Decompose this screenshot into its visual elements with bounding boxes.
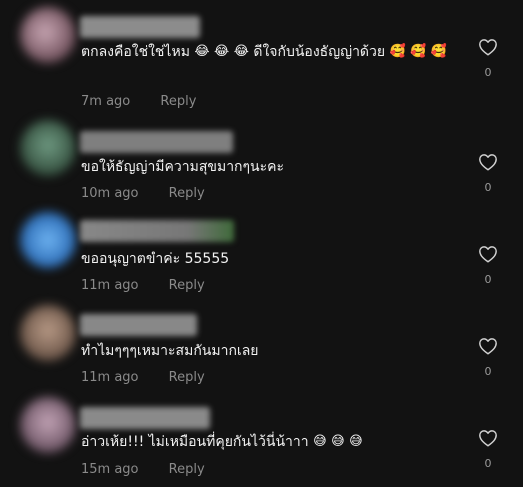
like-count: 0 [484, 457, 492, 470]
comment-meta: 11m ago Reply [81, 370, 205, 385]
heart-outline-icon[interactable] [478, 337, 498, 355]
reply-button[interactable]: Reply [160, 94, 196, 109]
heart-eyes-emoji: 🥰 [410, 44, 427, 59]
like-count: 0 [484, 66, 492, 79]
comment-text-part: ตกลงคือใช่ใช่ไหม [81, 44, 190, 60]
comment-meta: 15m ago Reply [81, 462, 205, 477]
heart-outline-icon[interactable] [478, 429, 498, 447]
comment-text-part: ขอให้ธัญญ่ามีความสุขมากๆนะคะ [81, 159, 285, 175]
like-control: 0 [474, 38, 502, 79]
avatar[interactable] [20, 120, 76, 176]
laughing-emoji: 😂 [214, 44, 230, 59]
comment-text-part: ทำไมๆๆๆเหมาะสมกันมากเลย [81, 343, 259, 359]
comment-text: อ่าวเห้ย!!! ไม่เหมือนที่คุยกันไว้นี่น้าา… [81, 430, 461, 454]
username-redacted[interactable] [80, 314, 197, 336]
like-count: 0 [484, 365, 492, 378]
username-redacted[interactable] [80, 220, 234, 242]
avatar[interactable] [20, 305, 76, 361]
comment-text-part: ดีใจกับน้องธัญญ่าด้วย [253, 44, 386, 60]
heart-outline-icon[interactable] [478, 245, 498, 263]
timestamp: 10m ago [81, 186, 139, 201]
timestamp: 11m ago [81, 278, 139, 293]
reply-button[interactable]: Reply [169, 186, 205, 201]
comment-meta: 11m ago Reply [81, 278, 205, 293]
like-count: 0 [484, 273, 492, 286]
heart-outline-icon[interactable] [478, 153, 498, 171]
laughing-emoji: 😂 [233, 44, 249, 59]
timestamp: 7m ago [81, 94, 131, 109]
comment-text-part: ขออนุญาตขำค่ะ 55555 [81, 251, 230, 267]
comment-text-part: อ่าวเห้ย!!! ไม่เหมือนที่คุยกันไว้นี่น้าา… [81, 434, 309, 450]
like-control: 0 [474, 429, 502, 470]
like-control: 0 [474, 337, 502, 378]
heart-eyes-emoji: 🥰 [389, 44, 406, 59]
comment-text: ทำไมๆๆๆเหมาะสมกันมากเลย [81, 339, 461, 363]
heart-outline-icon[interactable] [478, 38, 498, 56]
avatar[interactable] [20, 212, 76, 268]
avatar[interactable] [20, 397, 76, 453]
like-count: 0 [484, 181, 492, 194]
timestamp: 15m ago [81, 462, 139, 477]
like-control: 0 [474, 153, 502, 194]
reply-button[interactable]: Reply [169, 462, 205, 477]
reply-button[interactable]: Reply [169, 370, 205, 385]
username-redacted[interactable] [80, 407, 210, 429]
comment-text: ขออนุญาตขำค่ะ 55555 [81, 247, 461, 271]
comment-meta: 10m ago Reply [81, 186, 205, 201]
grinning-sweat-emoji: 😅 [313, 434, 327, 449]
grinning-sweat-emoji: 😅 [349, 434, 363, 449]
reply-button[interactable]: Reply [169, 278, 205, 293]
comment-meta: 7m ago Reply [81, 94, 196, 109]
like-control: 0 [474, 245, 502, 286]
avatar[interactable] [20, 7, 76, 63]
grinning-sweat-emoji: 😅 [331, 434, 345, 449]
timestamp: 11m ago [81, 370, 139, 385]
username-redacted[interactable] [80, 16, 200, 38]
laughing-emoji: 😂 [194, 44, 210, 59]
username-redacted[interactable] [80, 131, 233, 153]
comment-text: ขอให้ธัญญ่ามีความสุขมากๆนะคะ [81, 155, 461, 179]
comment-text: ตกลงคือใช่ใช่ไหม 😂 😂 😂 ดีใจกับน้องธัญญ่า… [81, 40, 461, 64]
heart-eyes-emoji: 🥰 [430, 44, 448, 59]
